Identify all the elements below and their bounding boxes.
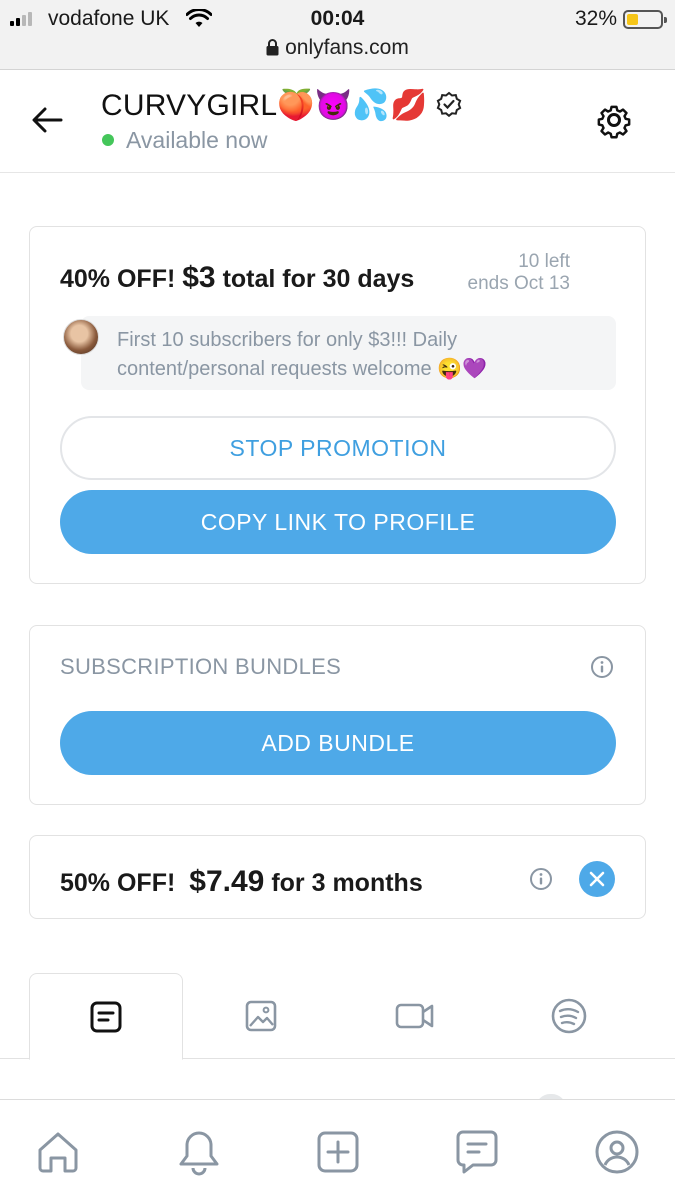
lock-icon (266, 39, 279, 56)
clock: 00:04 (310, 7, 365, 30)
settings-button[interactable] (594, 100, 634, 145)
profile-name: CURVYGIRL🍑😈💦💋 (101, 89, 428, 122)
promotion-duration: total for 30 days (222, 265, 415, 293)
status-text: Available now (126, 127, 268, 153)
home-icon (38, 1132, 78, 1173)
info-icon[interactable] (529, 867, 553, 891)
bottom-navigation (0, 1099, 675, 1200)
page-title: CURVYGIRL🍑😈💦💋 (101, 88, 462, 123)
bundles-title: SUBSCRIPTION BUNDLES (60, 654, 342, 679)
stop-promotion-button[interactable]: STOP PROMOTION (60, 416, 616, 480)
promotion-left: 10 left (518, 251, 570, 272)
back-button[interactable] (30, 103, 64, 142)
tab-photos[interactable] (184, 973, 338, 1059)
videos-icon (395, 1003, 434, 1029)
content-tabs (0, 973, 675, 1060)
avatar[interactable] (63, 319, 99, 355)
page-header: CURVYGIRL🍑😈💦💋 Available now (0, 70, 675, 173)
discount-text: 50% OFF! $7.49 for 3 months (60, 865, 423, 899)
photos-icon (245, 1000, 277, 1032)
verified-icon (436, 91, 461, 117)
browser-chrome: vodafone UK 00:04 32% onlyfans.com (0, 0, 675, 70)
availability-status: Available now (102, 127, 268, 154)
nav-messages[interactable] (452, 1127, 502, 1177)
subscription-bundles-card: SUBSCRIPTION BUNDLES ADD BUNDLE (29, 625, 646, 805)
close-icon (589, 871, 605, 887)
battery-icon (623, 10, 667, 29)
promotion-message: First 10 subscribers for only $3!!! Dail… (63, 316, 616, 390)
promotion-discount: 40% OFF! (60, 265, 176, 293)
tab-spotify[interactable] (492, 973, 646, 1059)
discount-price: $7.49 (189, 865, 265, 898)
messages-icon (456, 1130, 498, 1174)
promotion-price: $3 (182, 261, 216, 294)
add-post-icon (317, 1131, 359, 1173)
add-bundle-button[interactable]: ADD BUNDLE (60, 711, 616, 775)
url-text: onlyfans.com (285, 36, 409, 59)
nav-notifications[interactable] (174, 1127, 224, 1177)
remove-discount-button[interactable] (579, 861, 615, 897)
posts-icon (90, 1001, 122, 1032)
gear-icon (597, 105, 631, 139)
nav-home[interactable] (33, 1127, 83, 1177)
discount-duration: for 3 months (271, 869, 423, 897)
arrow-left-icon (32, 107, 63, 133)
profile-icon (595, 1130, 639, 1174)
promotion-card: 40% OFF! $3 total for 30 days 10 left en… (29, 226, 646, 584)
discount-card: 50% OFF! $7.49 for 3 months (29, 835, 646, 919)
promotion-ends: ends Oct 13 (467, 273, 570, 294)
info-icon[interactable] (590, 655, 614, 679)
promotion-title: 40% OFF! $3 total for 30 days (60, 261, 414, 295)
bell-icon (179, 1131, 219, 1176)
tab-videos[interactable] (338, 973, 492, 1059)
online-dot (102, 134, 114, 146)
nav-add-post[interactable] (313, 1127, 363, 1177)
discount-percent: 50% OFF! (60, 869, 176, 897)
battery-percent: 32% (574, 7, 617, 30)
status-bar: vodafone UK 00:04 32% (0, 6, 675, 32)
copy-link-button[interactable]: COPY LINK TO PROFILE (60, 490, 616, 554)
promotion-meta: 10 left ends Oct 13 (468, 251, 570, 295)
nav-profile[interactable] (592, 1127, 642, 1177)
spotify-icon (551, 998, 587, 1034)
tab-posts[interactable] (29, 973, 183, 1060)
promotion-message-text: First 10 subscribers for only $3!!! Dail… (117, 329, 487, 380)
url-bar[interactable]: onlyfans.com (0, 36, 675, 60)
